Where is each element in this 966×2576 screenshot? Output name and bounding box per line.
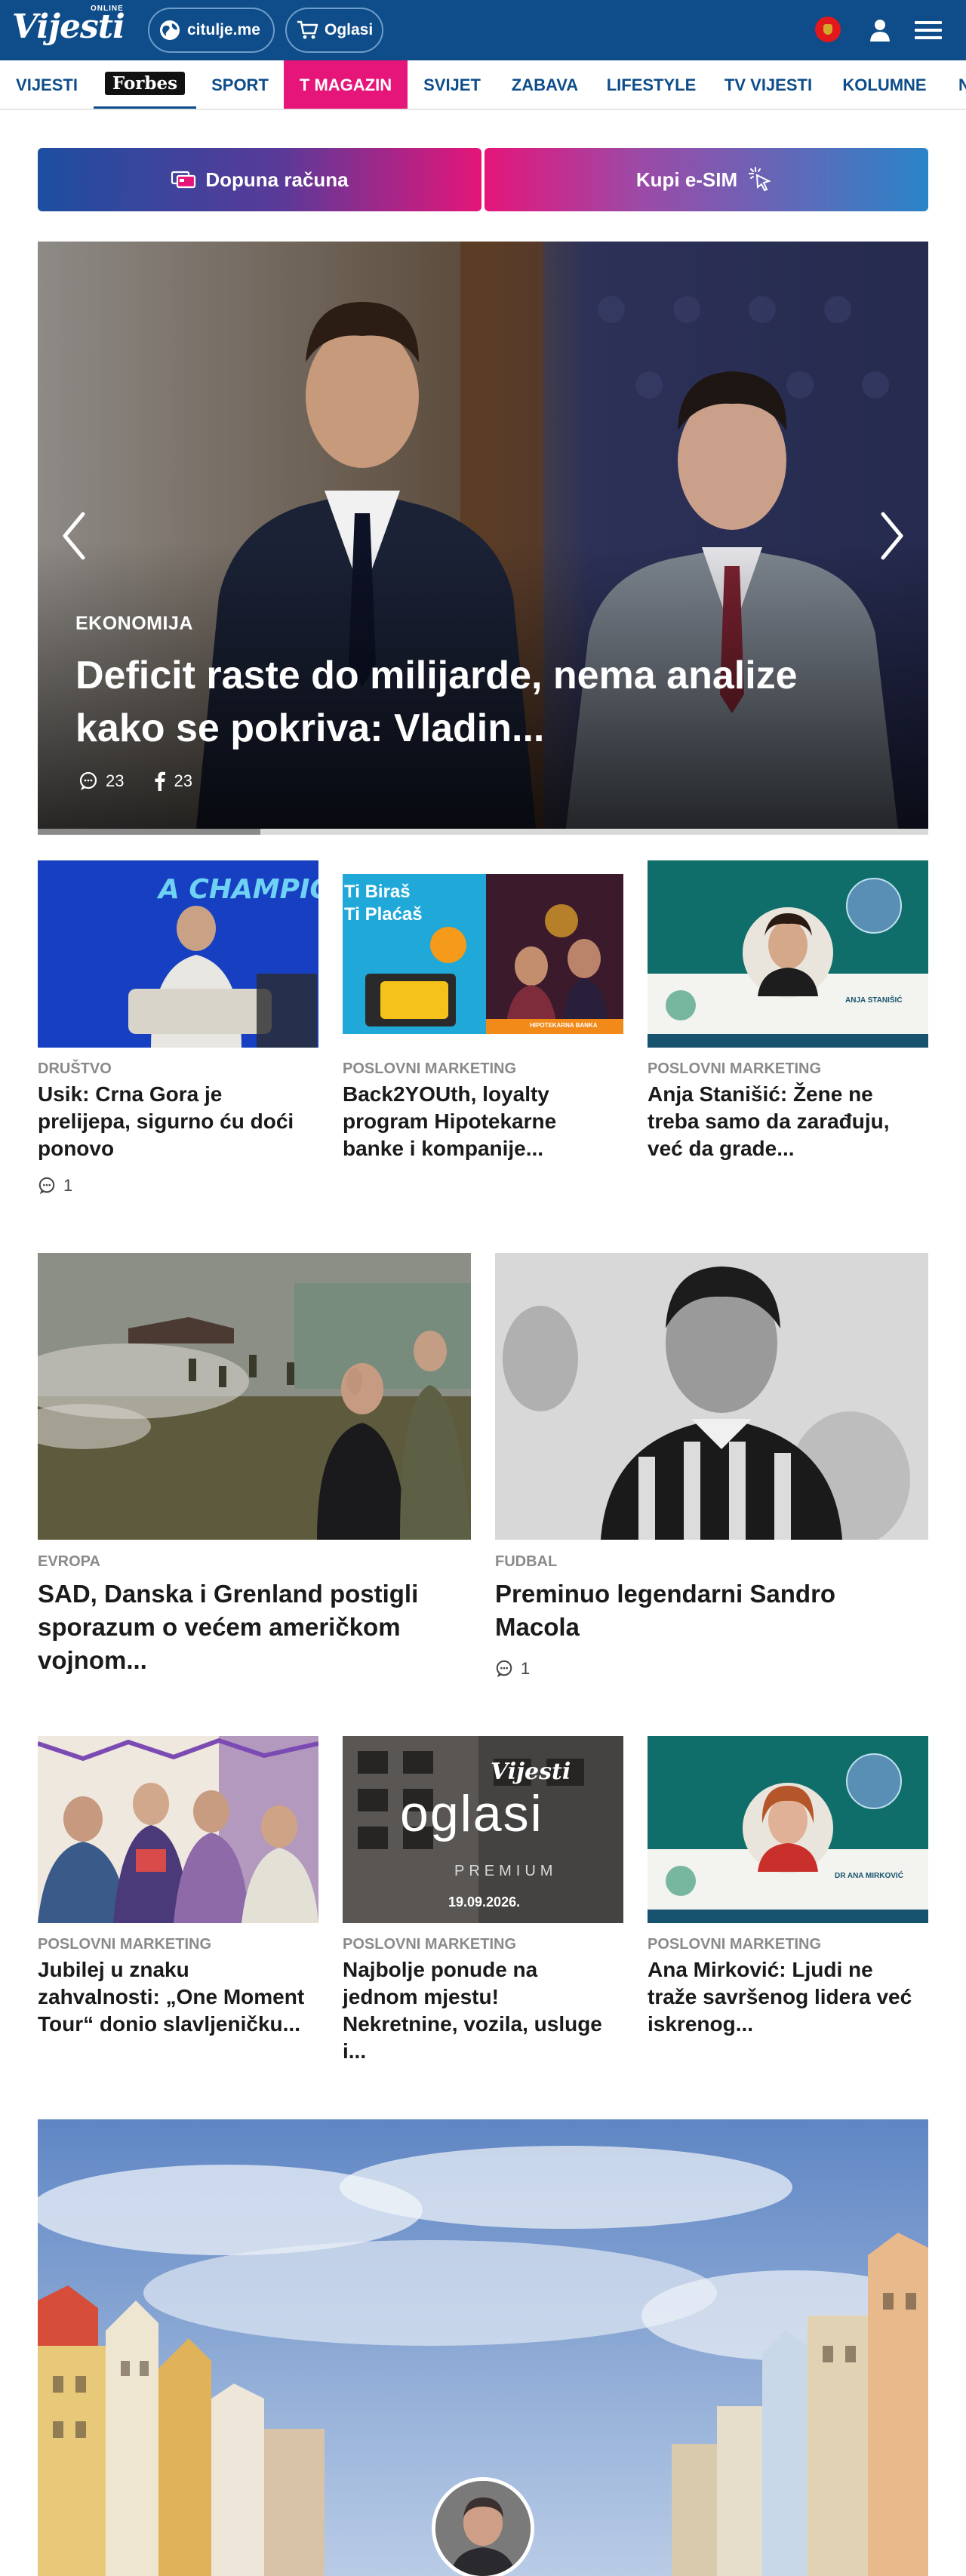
nav-lifestyle[interactable]: LIFESTYLE xyxy=(593,60,709,109)
ad-image-line1: Ti Biraš xyxy=(344,882,411,902)
article-card-usik[interactable]: A CHAMPION DRUŠTVO Usik: Crna Gora je pr… xyxy=(38,860,318,1208)
article-card-jubilej[interactable]: POSLOVNI MARKETING Jubilej u znaku zahva… xyxy=(38,1736,318,2083)
hero-category[interactable]: EKONOMIJA xyxy=(75,613,193,635)
article-comment-count: 1 xyxy=(521,1659,531,1678)
article-comments: 1 xyxy=(495,1659,530,1679)
cursor-click-icon xyxy=(749,167,771,192)
dopuna-label: Dopuna računa xyxy=(205,168,349,191)
logo-text: Vijesti xyxy=(12,8,125,46)
hero-prev-arrow-icon[interactable] xyxy=(59,509,89,562)
language-flag-button[interactable] xyxy=(814,15,842,44)
article-title[interactable]: Jubilej u znaku zahvalnosti: „One Moment… xyxy=(38,1956,309,2038)
ad-image-date: 19.09.2026. xyxy=(448,1894,521,1910)
dopuna-racuna-button[interactable]: Dopuna računa xyxy=(38,148,481,211)
ad-image-line2: Ti Plaćaš xyxy=(344,904,423,925)
article-title[interactable]: Ana Mirković: Ljudi ne traže savršenog l… xyxy=(648,1956,919,2038)
article-category[interactable]: POSLOVNI MARKETING xyxy=(343,1060,516,1078)
article-image: A CHAMPION xyxy=(38,860,318,1048)
article-card-ana[interactable]: DR ANA MIRKOVIĆ POSLOVNI MARKETING Ana M… xyxy=(648,1736,928,2083)
article-image: DR ANA MIRKOVIĆ xyxy=(648,1736,928,1923)
comment-icon xyxy=(79,771,97,790)
nav-forbes[interactable]: Forbes xyxy=(94,60,196,109)
article-card-oglasi[interactable]: Vijesti oglasi PREMIUM 19.09.2026. POSLO… xyxy=(343,1736,623,2083)
nav-svijet[interactable]: SVIJET xyxy=(408,60,497,109)
article-image: ANJA STANIŠIĆ xyxy=(648,860,928,1048)
hero-title[interactable]: Deficit raste do milijarde, nema analize… xyxy=(75,649,875,755)
nav-more[interactable]: N xyxy=(942,60,966,109)
article-category[interactable]: EVROPA xyxy=(38,1553,100,1571)
article-title[interactable]: Preminuo legendarni Sandro Macola xyxy=(495,1577,918,1644)
nav-kolumne[interactable]: KOLUMNE xyxy=(827,60,942,109)
citulje-label: citulje.me xyxy=(187,21,260,38)
site-logo[interactable]: ONLINE Vijesti xyxy=(12,5,133,54)
nav-zabava[interactable]: ZABAVA xyxy=(497,60,593,109)
hamburger-menu-icon[interactable] xyxy=(913,18,943,42)
hero-slide-progress-fill xyxy=(38,829,260,835)
facebook-icon xyxy=(155,771,166,791)
article-category[interactable]: POSLOVNI MARKETING xyxy=(648,1936,821,1953)
article-card-anja[interactable]: ANJA STANIŠIĆ POSLOVNI MARKETING Anja St… xyxy=(648,860,928,1208)
hero-stats: 23 23 xyxy=(78,771,192,791)
svg-text:A CHAMPION: A CHAMPION xyxy=(156,874,318,905)
oglasi-link[interactable]: Oglasi xyxy=(285,8,383,53)
article-category[interactable]: POSLOVNI MARKETING xyxy=(343,1936,516,1953)
article-card-grenland[interactable]: EVROPA SAD, Danska i Grenland postigli s… xyxy=(38,1253,471,1691)
nav-vijesti[interactable]: VIJESTI xyxy=(0,60,94,109)
article-image xyxy=(38,1736,318,1923)
ad-image-word: oglasi xyxy=(400,1785,543,1842)
article-title[interactable]: Anja Stanišić: Žene ne treba samo da zar… xyxy=(648,1081,919,1162)
top-bar: ONLINE Vijesti citulje.me Oglasi xyxy=(0,0,966,60)
user-icon[interactable] xyxy=(866,17,894,44)
author-photo xyxy=(435,2481,531,2576)
article-card-back2youth[interactable]: Ti Biraš Ti Plaćaš HIPOTEKARNA BANKA POS… xyxy=(343,860,623,1208)
flag-emblem-icon xyxy=(823,24,832,35)
ad-image-graphic xyxy=(648,1736,928,1923)
kupi-esim-button[interactable]: Kupi e-SIM xyxy=(485,148,928,211)
article-card-macola[interactable]: FUDBAL Preminuo legendarni Sandro Macola… xyxy=(495,1253,928,1691)
hero-slider[interactable]: EKONOMIJA Deficit raste do milijarde, ne… xyxy=(38,242,928,829)
comment-icon xyxy=(38,1177,55,1195)
article-category[interactable]: FUDBAL xyxy=(495,1553,557,1571)
main-nav: VIJESTI Forbes SPORT T MAGAZIN SVIJET ZA… xyxy=(0,60,966,110)
article-title[interactable]: Usik: Crna Gora je prelijepa, sigurno ću… xyxy=(38,1081,309,1162)
nav-t-magazin[interactable]: T MAGAZIN xyxy=(284,60,408,109)
ad-image-badge: ANJA STANIŠIĆ xyxy=(845,996,903,1005)
ad-image-graphic xyxy=(648,860,928,1048)
comment-icon xyxy=(496,1660,512,1678)
forbes-logo: Forbes xyxy=(104,72,186,95)
article-title[interactable]: SAD, Danska i Grenland postigli sporazum… xyxy=(38,1577,460,1677)
nav-sport[interactable]: SPORT xyxy=(196,60,284,109)
hero-slide-progress xyxy=(38,829,928,835)
hero-comment-count: 23 xyxy=(106,771,125,790)
article-category[interactable]: POSLOVNI MARKETING xyxy=(38,1936,211,1953)
credit-card-icon xyxy=(171,171,196,189)
cart-icon xyxy=(297,20,318,39)
esim-label: Kupi e-SIM xyxy=(635,168,738,191)
hero-share-count: 23 xyxy=(174,771,192,790)
article-image xyxy=(495,1253,928,1540)
citulje-link[interactable]: citulje.me xyxy=(148,8,275,53)
article-image: Ti Biraš Ti Plaćaš HIPOTEKARNA BANKA xyxy=(343,860,623,1048)
ad-image-tag: HIPOTEKARNA BANKA xyxy=(530,1022,598,1029)
oglasi-label: Oglasi xyxy=(325,21,374,38)
article-image xyxy=(38,1253,471,1540)
article-category[interactable]: DRUŠTVO xyxy=(38,1060,112,1078)
article-title[interactable]: Back2YOUth, loyalty program Hipotekarne … xyxy=(343,1081,614,1162)
author-avatar[interactable] xyxy=(432,2477,534,2576)
hero-next-arrow-icon[interactable] xyxy=(877,509,907,562)
globe-icon xyxy=(160,20,180,40)
nav-tv-vijesti[interactable]: TV VIJESTI xyxy=(709,60,827,109)
article-comments: 1 xyxy=(38,1176,72,1196)
ad-image-badge: DR ANA MIRKOVIĆ xyxy=(835,1872,903,1880)
article-title[interactable]: Najbolje ponude na jednom mjestu! Nekret… xyxy=(343,1956,614,2065)
article-image: Vijesti oglasi PREMIUM 19.09.2026. xyxy=(343,1736,623,1923)
ad-image-sub: PREMIUM xyxy=(454,1863,558,1879)
column-feature[interactable] xyxy=(38,2119,928,2576)
article-comment-count: 1 xyxy=(63,1176,73,1195)
ad-image-brand: Vijesti xyxy=(491,1759,571,1785)
article-category[interactable]: POSLOVNI MARKETING xyxy=(648,1060,821,1078)
